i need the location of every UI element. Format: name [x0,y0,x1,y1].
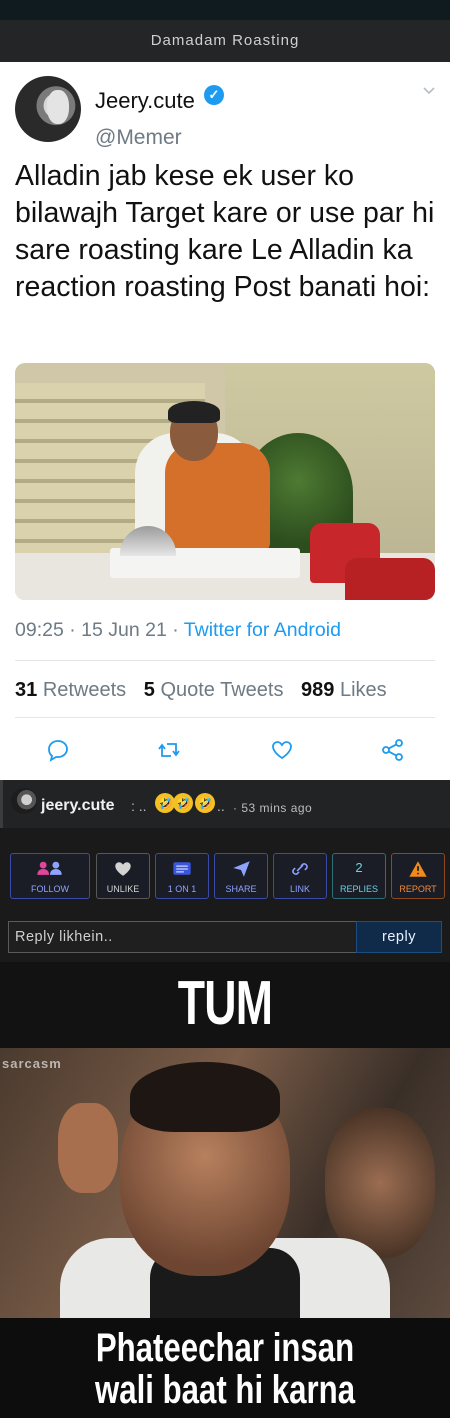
replies-button[interactable]: 2 REPLIES [332,853,386,899]
laughing-emoji-icon: 🤣 [155,793,175,813]
action-bar: FOLLOW UNLIKE 1 ON 1 SHARE LINK 2 REPLIE… [0,828,450,910]
page-title: Damadam Roasting [0,20,450,62]
tweet-meta: 09:25 · 15 Jun 21 · Twitter for Android [15,619,341,641]
quotes-label[interactable]: Quote Tweets [160,679,283,701]
like-icon[interactable] [269,737,295,763]
comment-separator: : .. [131,798,147,814]
user-handle: @Memer [95,126,182,149]
report-button[interactable]: REPORT [391,853,445,899]
quotes-count: 5 [143,679,155,701]
tweet-time: 09:25 [15,619,64,641]
comment-username[interactable]: jeery.cute [41,797,115,815]
meme-caption-band: Phateechar insan wali baat hi karna [0,1318,450,1418]
one-on-one-button[interactable]: 1 ON 1 [155,853,209,899]
comment-time: · 53 mins ago [233,801,313,815]
comment-text-tail: .. [217,798,225,814]
tweet-card: Jeery.cute ✓ @Memer Alladin jab kese ek … [0,62,450,780]
meme-image[interactable]: TUM HAMESHA sarcasm Phateechar insan wal… [0,962,450,1418]
retweet-icon[interactable] [156,737,182,763]
comment-row: jeery.cute : .. 🤣 🤣 🤣 .. · 53 mins ago [0,780,450,828]
follow-icon [37,861,62,875]
avatar [15,76,81,142]
follow-button[interactable]: FOLLOW [10,853,90,899]
tweet-stats: 31 Retweets 5 Quote Tweets 989 Likes [15,679,387,702]
status-strip [0,0,450,20]
retweets-count: 31 [15,679,38,701]
watermark: sarcasm [2,1056,62,1071]
tweet-photo[interactable] [15,363,435,600]
unlike-button[interactable]: UNLIKE [96,853,150,899]
tweet-text: Alladin jab kese ek user ko bilawajh Tar… [15,160,435,303]
share-button[interactable]: SHARE [214,853,268,899]
chevron-down-icon[interactable] [422,84,436,98]
verified-icon: ✓ [204,85,224,105]
reply-icon[interactable] [45,737,71,763]
send-icon [233,861,250,877]
replies-count: 2 [355,860,363,875]
reply-input[interactable]: Reply likhein.. [8,921,356,953]
avatar[interactable] [11,788,37,814]
link-icon [292,863,308,875]
tweet-source-link[interactable]: Twitter for Android [184,619,341,641]
meme-top-band: TUM HAMESHA [0,962,450,1114]
meme-photo: sarcasm [0,1048,450,1328]
laughing-emoji-icon: 🤣 [195,793,215,813]
divider [15,660,435,661]
link-button[interactable]: LINK [273,853,327,899]
divider [15,717,435,718]
meme-caption-line1: Phateechar insan [95,1326,355,1370]
tweet-date: 15 Jun 21 [81,619,167,641]
likes-label[interactable]: Likes [340,679,387,701]
message-icon [173,862,191,875]
retweets-label[interactable]: Retweets [43,679,126,701]
reply-button[interactable]: reply [356,921,442,953]
display-name: Jeery.cute [95,88,195,113]
likes-count: 989 [301,679,335,701]
heart-icon [115,862,131,876]
reply-bar: Reply likhein.. reply [0,910,450,962]
meme-caption-line2: wali baat hi karna [94,1368,356,1412]
warning-icon [409,861,427,877]
laughing-emoji-icon: 🤣 [173,793,193,813]
share-icon[interactable] [380,737,406,763]
